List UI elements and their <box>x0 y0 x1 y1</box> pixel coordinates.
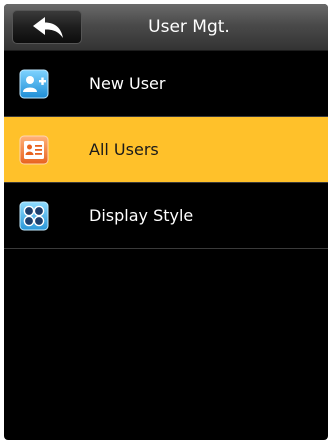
page-title: User Mgt. <box>148 17 230 37</box>
menu-item-display-style[interactable]: Display Style <box>4 183 328 249</box>
menu-item-label: Display Style <box>89 206 194 225</box>
user-list-icon <box>19 135 49 165</box>
add-user-icon <box>19 69 49 99</box>
title-bar: User Mgt. <box>4 4 328 51</box>
menu-item-label: New User <box>89 74 166 93</box>
menu-item-new-user[interactable]: New User <box>4 51 328 117</box>
menu-item-label: All Users <box>89 140 159 159</box>
menu-item-all-users[interactable]: All Users <box>4 117 328 183</box>
back-arrow-icon <box>33 17 63 38</box>
display-style-icon <box>19 201 49 231</box>
back-button[interactable] <box>12 10 82 44</box>
device-screen: User Mgt. New User All Users Display Sty… <box>4 4 328 440</box>
